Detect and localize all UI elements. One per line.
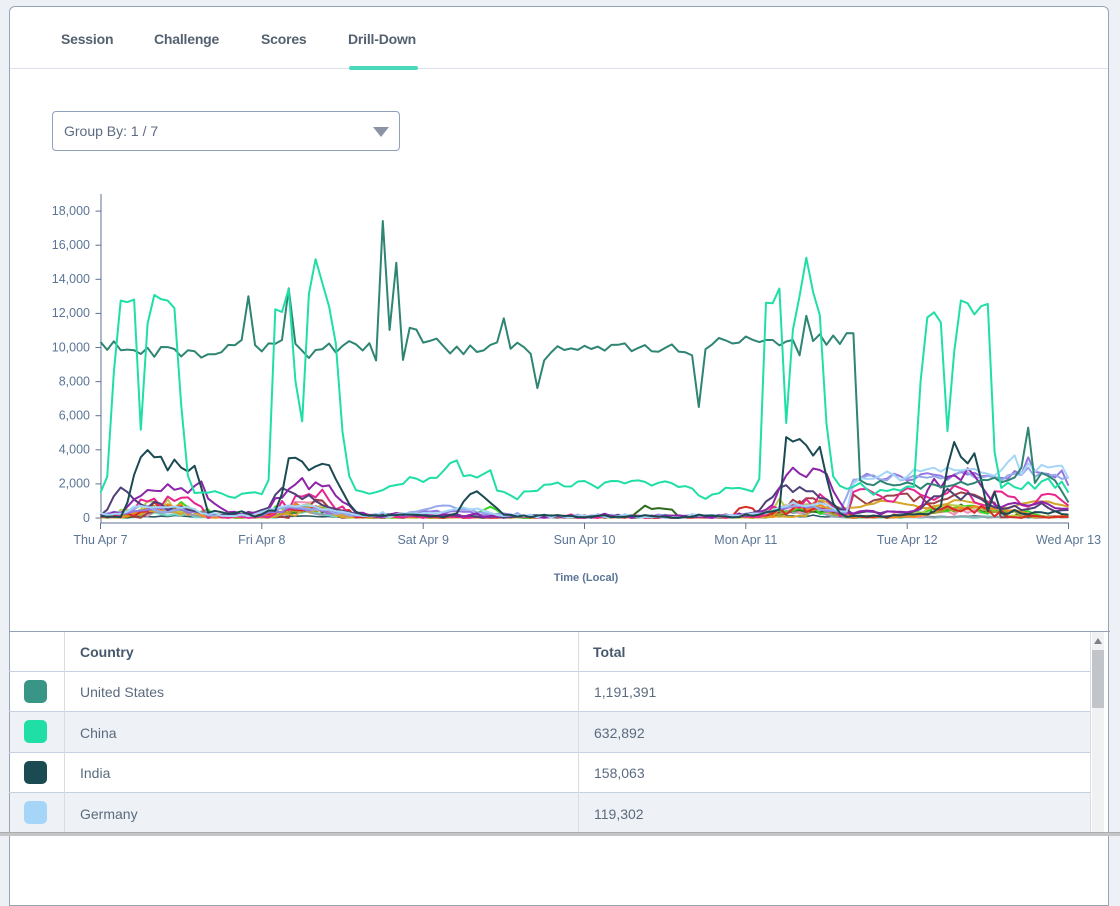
svg-text:4,000: 4,000	[59, 443, 90, 457]
svg-text:8,000: 8,000	[59, 374, 90, 388]
svg-text:Fri Apr 8: Fri Apr 8	[238, 533, 285, 547]
svg-text:0: 0	[83, 511, 90, 525]
svg-text:6,000: 6,000	[59, 408, 90, 422]
svg-text:18,000: 18,000	[52, 204, 90, 218]
svg-text:14,000: 14,000	[52, 272, 90, 286]
svg-text:Time (Local): Time (Local)	[554, 572, 619, 584]
svg-text:Sun Apr 10: Sun Apr 10	[554, 533, 616, 547]
svg-text:16,000: 16,000	[52, 238, 90, 252]
svg-text:Tue Apr 12: Tue Apr 12	[877, 533, 938, 547]
svg-text:12,000: 12,000	[52, 306, 90, 320]
svg-text:10,000: 10,000	[52, 340, 90, 354]
svg-text:2,000: 2,000	[59, 477, 90, 491]
svg-text:Wed Apr 13: Wed Apr 13	[1036, 533, 1101, 547]
svg-text:Sat Apr 9: Sat Apr 9	[397, 533, 448, 547]
svg-text:Thu Apr 7: Thu Apr 7	[73, 533, 127, 547]
svg-text:Mon Apr 11: Mon Apr 11	[714, 533, 777, 547]
